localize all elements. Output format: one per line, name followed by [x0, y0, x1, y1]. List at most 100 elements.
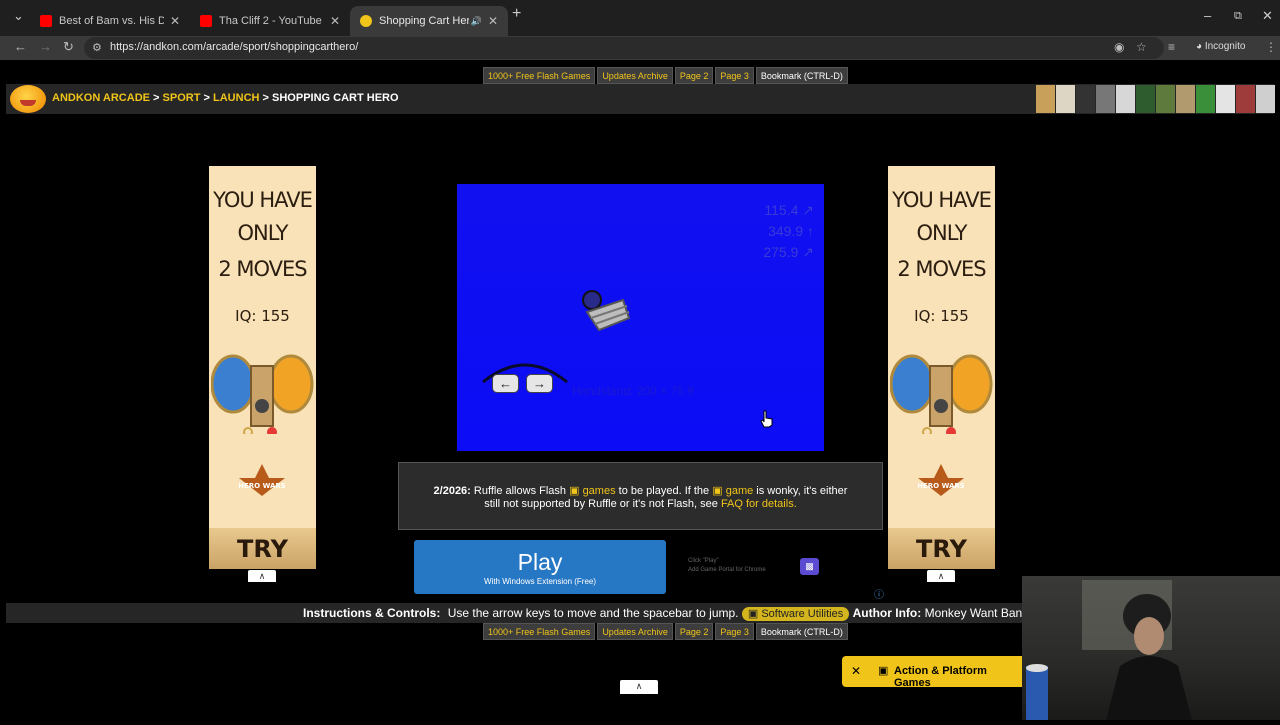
hint-line: Click "Play" — [688, 558, 719, 564]
nav-link-updates[interactable]: Updates Archive — [597, 67, 673, 84]
notice-text: is wonky, it's either — [756, 485, 848, 497]
instructions-label: Instructions & Controls: — [303, 606, 441, 620]
new-tab-icon[interactable]: + — [512, 5, 521, 23]
software-label: Software Utilities — [761, 608, 844, 620]
ruffle-notice: 2/2026: Ruffle allows Flash ▣ games to b… — [398, 462, 883, 530]
nav-link-free-games[interactable]: 1000+ Free Flash Games — [483, 67, 596, 84]
nav-link-bookmark[interactable]: Bookmark (CTRL-D) — [755, 67, 848, 84]
stat-height: 349.9 ↑ — [768, 223, 814, 239]
breadcrumb-launch[interactable]: LAUNCH — [213, 92, 259, 104]
breadcrumb-sep: > — [262, 92, 269, 104]
andkon-logo[interactable] — [10, 85, 46, 113]
nav-link-updates[interactable]: Updates Archive — [597, 623, 673, 640]
nav-link-page2[interactable]: Page 2 — [674, 623, 714, 640]
nav-link-free-games[interactable]: 1000+ Free Flash Games — [483, 623, 596, 640]
nav-link-page2[interactable]: Page 2 — [674, 67, 714, 84]
chevron-up-icon[interactable]: ∧ — [248, 570, 276, 582]
site-info-icon[interactable]: ⚙ — [92, 41, 102, 54]
play-label: Play — [517, 549, 563, 575]
author-label: Author Info: — [852, 606, 922, 620]
tab-title: Shopping Cart Hero | 1000+... — [379, 15, 469, 27]
close-icon[interactable]: ✕ — [851, 664, 861, 678]
close-icon[interactable]: ✕ — [330, 14, 340, 28]
ad-try-button[interactable]: TRY — [209, 528, 316, 569]
ad-headline: YOU HAVE — [892, 188, 992, 212]
ad-headline: 2 MOVES — [218, 257, 307, 281]
speaker-icon[interactable]: 🔊 — [471, 16, 482, 27]
chevron-up-icon[interactable]: ∧ — [927, 570, 955, 582]
eye-off-icon[interactable]: ◉ — [1114, 40, 1124, 54]
youtube-icon — [200, 15, 212, 27]
game-thumb[interactable] — [1076, 85, 1095, 113]
forward-icon[interactable]: → — [39, 39, 52, 54]
minimize-icon[interactable]: – — [1204, 8, 1211, 23]
gamepad-icon: ▣ — [878, 665, 889, 677]
close-icon[interactable]: ✕ — [488, 14, 498, 28]
category-toast[interactable]: ✕ ▣ Action & Platform Games — [842, 656, 1022, 689]
game-thumb[interactable] — [1216, 85, 1235, 113]
tab-best-of-bam[interactable]: Best of Bam vs. His Dad, Phil | J... ✕ — [30, 6, 190, 36]
game-thumb[interactable] — [1196, 85, 1215, 113]
ad-iq: IQ: 155 — [235, 307, 290, 325]
restore-icon[interactable]: ⧉ — [1234, 10, 1242, 23]
webcam-overlay — [1022, 576, 1280, 720]
game-thumb[interactable] — [1256, 85, 1275, 113]
game-thumb[interactable] — [1156, 85, 1175, 113]
game-thumb[interactable] — [1056, 85, 1075, 113]
faq-link[interactable]: FAQ for details. — [721, 498, 797, 510]
breadcrumb-sport[interactable]: SPORT — [163, 92, 201, 104]
back-icon[interactable]: ← — [14, 39, 27, 54]
shopping-cart-sprite — [582, 290, 631, 332]
streamer-figure — [1026, 580, 1192, 720]
ad-right[interactable]: YOU HAVE ONLY 2 MOVES IQ: 155 HERO WARS … — [888, 166, 995, 569]
game-thumb[interactable] — [1236, 85, 1255, 113]
game-thumbnails — [1036, 85, 1275, 113]
incognito-label: Incognito — [1204, 41, 1246, 52]
game-thumb[interactable] — [1116, 85, 1135, 113]
game-thumb[interactable] — [1036, 85, 1055, 113]
trick-text: Handstand: 200 × 75.9 — [572, 384, 694, 398]
ad-puzzle-image — [890, 354, 993, 434]
play-button[interactable]: Play With Windows Extension (Free) — [414, 540, 666, 594]
menu-icon[interactable]: ⋮ — [1265, 40, 1277, 54]
toast-label: Action & Platform Games — [894, 665, 987, 689]
play-sublabel: With Windows Extension (Free) — [483, 577, 597, 586]
notice-games-link[interactable]: games — [583, 485, 616, 497]
game-thumb[interactable] — [1176, 85, 1195, 113]
right-arrow-key[interactable]: → — [526, 374, 553, 393]
game-thumb[interactable] — [1096, 85, 1115, 113]
ad-left[interactable]: YOU HAVE ONLY 2 MOVES IQ: 155 HERO WARS … — [209, 166, 316, 569]
stat-distance: 115.4 ↗ — [764, 202, 814, 218]
breadcrumb-home[interactable]: ANDKON ARCADE — [52, 92, 150, 104]
ad-try-button[interactable]: TRY — [888, 528, 995, 569]
nav-link-page3[interactable]: Page 3 — [715, 623, 754, 640]
nav-link-page3[interactable]: Page 3 — [715, 67, 754, 84]
game-portal-icon[interactable]: ▩ — [800, 558, 819, 575]
info-icon[interactable]: ⓘ — [874, 586, 884, 601]
media-icon[interactable]: ≡ — [1168, 40, 1175, 54]
notice-game-link[interactable]: game — [726, 485, 754, 497]
close-icon[interactable]: ✕ — [170, 14, 180, 28]
youtube-icon — [40, 15, 52, 27]
tab-strip: ⌄ Best of Bam vs. His Dad, Phil | J... ✕… — [0, 0, 1280, 36]
bookmark-star-icon[interactable]: ☆ — [1136, 40, 1147, 54]
gamepad-icon: ▣ — [569, 485, 580, 497]
left-arrow-key[interactable]: ← — [492, 374, 519, 393]
svg-text:HERO WARS: HERO WARS — [239, 482, 285, 490]
andkon-icon — [360, 15, 372, 27]
game-thumb[interactable] — [1136, 85, 1155, 113]
nav-link-bookmark[interactable]: Bookmark (CTRL-D) — [755, 623, 848, 640]
incognito-badge[interactable]: ◕ Incognito — [1196, 41, 1245, 52]
incognito-icon: ◕ — [1196, 41, 1203, 52]
scroll-top-icon[interactable]: ∧ — [620, 680, 658, 694]
tab-shopping-cart-hero[interactable]: Shopping Cart Hero | 1000+... 🔊 ✕ — [350, 6, 508, 36]
software-utilities-link[interactable]: ▣ Software Utilities — [741, 607, 850, 621]
reload-icon[interactable]: ↻ — [63, 39, 74, 55]
tab-cliff[interactable]: Tha Cliff 2 - YouTube ✕ — [190, 6, 350, 36]
bottom-nav: 1000+ Free Flash Games Updates Archive P… — [483, 623, 848, 640]
address-bar[interactable]: ⚙ https://andkon.com/arcade/sport/shoppi… — [84, 37, 1164, 59]
close-window-icon[interactable]: ✕ — [1262, 8, 1273, 24]
game-canvas[interactable]: 115.4 ↗ 349.9 ↑ 275.9 ↗ ← → Handstand: 2… — [457, 184, 824, 451]
tab-search-icon[interactable]: ⌄ — [13, 8, 24, 24]
notice-text: still not supported by Ruffle or it's no… — [484, 498, 718, 510]
